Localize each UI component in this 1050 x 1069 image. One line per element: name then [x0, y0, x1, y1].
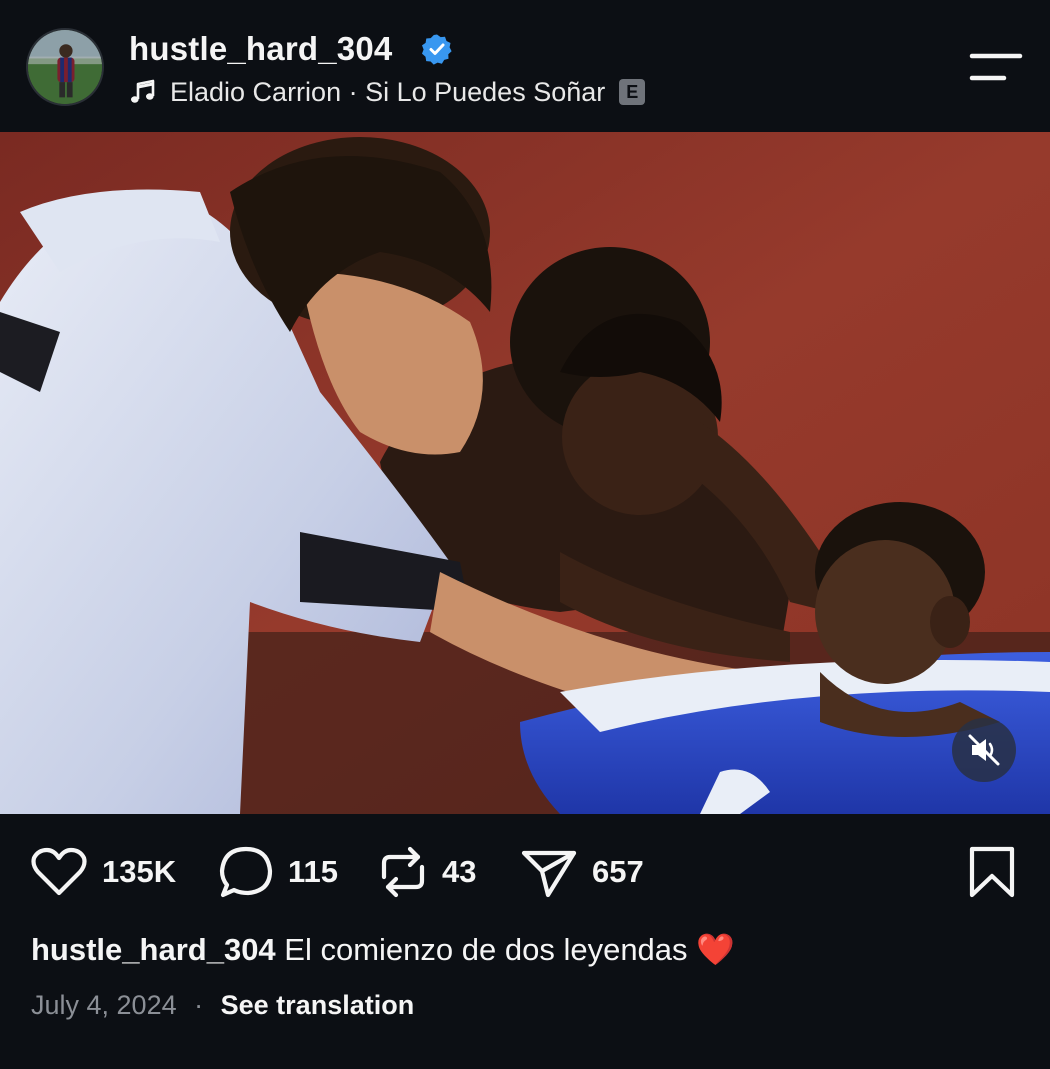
explicit-badge: E — [619, 79, 646, 105]
heart-icon — [31, 847, 87, 896]
post-date: July 4, 2024 — [31, 990, 177, 1020]
music-attribution[interactable]: Eladio Carrion · Si Lo Puedes Soñar E — [129, 74, 646, 110]
heart-emoji-icon: ❤️ — [696, 932, 735, 967]
post-header: hustle_hard_304 Eladio Carrion · Si Lo P… — [0, 0, 1050, 132]
see-translation-link[interactable]: See translation — [221, 990, 415, 1020]
caption: hustle_hard_304 El comienzo de dos leyen… — [31, 928, 1021, 972]
repost-icon — [381, 846, 425, 898]
post-meta: July 4, 2024 · See translation — [31, 986, 414, 1024]
comment-icon — [219, 846, 273, 898]
caption-username[interactable]: hustle_hard_304 — [31, 932, 276, 967]
hamburger-menu-icon[interactable] — [966, 48, 1024, 88]
speaker-muted-icon — [968, 734, 1000, 766]
avatar[interactable] — [26, 28, 104, 106]
share-button[interactable]: 657 — [520, 836, 644, 908]
meta-separator: · — [194, 990, 204, 1020]
post-media[interactable] — [0, 132, 1050, 814]
post-video-frame — [0, 132, 1050, 814]
share-count: 657 — [592, 854, 644, 889]
caption-text: El comienzo de dos leyendas — [284, 932, 688, 967]
avatar-image — [28, 30, 102, 104]
mute-toggle-button[interactable] — [952, 718, 1016, 782]
username[interactable]: hustle_hard_304 — [129, 30, 392, 68]
repost-count: 43 — [442, 854, 477, 889]
verified-badge-icon — [422, 34, 452, 65]
bookmark-icon[interactable] — [966, 846, 1018, 898]
comment-count: 115 — [288, 854, 339, 889]
action-bar: 135K 115 43 657 — [0, 836, 1050, 908]
music-track-label: Eladio Carrion · Si Lo Puedes Soñar — [170, 76, 606, 107]
repost-button[interactable]: 43 — [378, 836, 476, 908]
send-icon — [521, 850, 577, 898]
like-count: 135K — [102, 854, 177, 889]
like-button[interactable]: 135K — [30, 836, 176, 908]
post-card: hustle_hard_304 Eladio Carrion · Si Lo P… — [0, 0, 1050, 1069]
comment-button[interactable]: 115 — [218, 836, 338, 908]
music-note-icon — [131, 79, 155, 103]
